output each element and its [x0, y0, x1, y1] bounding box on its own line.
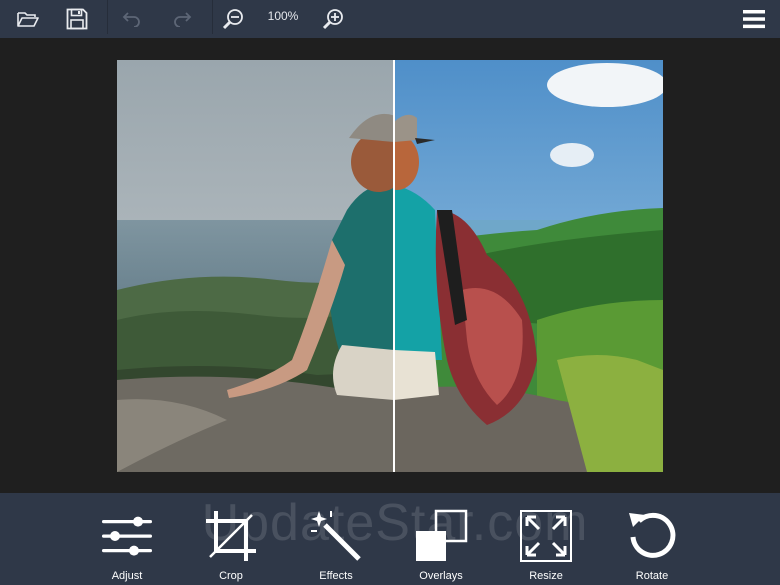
- zoom-out-icon: [222, 9, 243, 30]
- resize-arrows-icon: [520, 510, 572, 562]
- overlays-label: Overlays: [419, 570, 463, 582]
- effects-label: Effects: [319, 570, 353, 582]
- save-button[interactable]: [60, 2, 94, 36]
- bottom-toolbar: UpdateStar.com Adjust Crop Effects Overl…: [0, 493, 780, 585]
- canvas-area: [0, 38, 780, 493]
- floppy-disk-icon: [66, 8, 88, 30]
- menu-button[interactable]: [737, 2, 771, 36]
- resize-button[interactable]: Resize: [506, 507, 586, 585]
- photo-canvas[interactable]: [117, 60, 663, 472]
- crop-button[interactable]: Crop: [191, 507, 271, 585]
- magic-wand-icon: [311, 511, 361, 561]
- open-button[interactable]: [11, 2, 45, 36]
- effects-button[interactable]: Effects: [296, 507, 376, 585]
- hamburger-menu-icon: [743, 10, 765, 29]
- adjust-button[interactable]: Adjust: [87, 507, 167, 585]
- rotate-button[interactable]: Rotate: [612, 507, 692, 585]
- overlays-button[interactable]: Overlays: [401, 507, 481, 585]
- sliders-icon: [102, 516, 152, 556]
- folder-open-icon: [17, 12, 39, 27]
- undo-icon: [122, 12, 140, 27]
- zoom-in-icon: [322, 9, 343, 30]
- toolbar-separator: [107, 0, 108, 34]
- zoom-in-button[interactable]: [316, 2, 350, 36]
- top-toolbar: 100%: [0, 0, 780, 38]
- photo-image: [117, 60, 663, 472]
- zoom-level: 100%: [267, 9, 299, 23]
- rotate-icon: [629, 512, 676, 558]
- zoom-out-button[interactable]: [216, 2, 250, 36]
- overlay-squares-icon: [416, 509, 468, 561]
- redo-icon: [174, 12, 192, 27]
- crop-icon: [206, 511, 256, 561]
- toolbar-separator: [212, 0, 213, 34]
- resize-label: Resize: [529, 570, 563, 582]
- crop-label: Crop: [219, 570, 243, 582]
- rotate-label: Rotate: [635, 570, 669, 582]
- undo-button[interactable]: [115, 2, 149, 36]
- redo-button[interactable]: [165, 2, 199, 36]
- adjust-label: Adjust: [111, 570, 143, 582]
